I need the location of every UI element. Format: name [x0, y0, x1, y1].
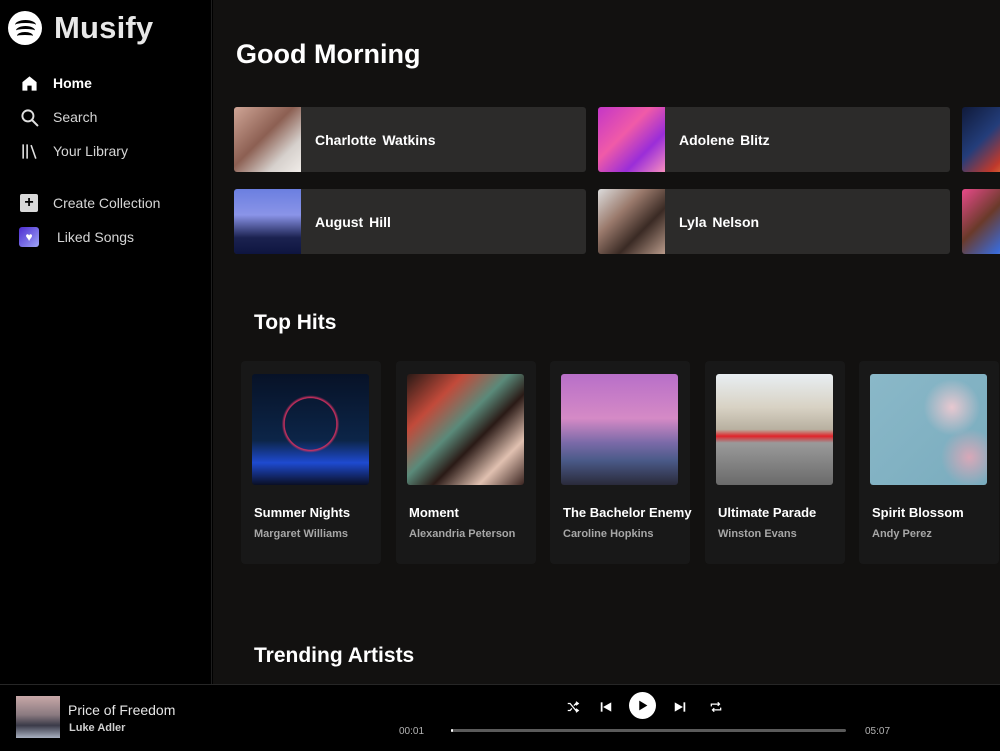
quick-pick-name: Charlotte Watkins: [315, 131, 436, 148]
artist-thumbnail: [598, 107, 665, 172]
album-artist: Winston Evans: [718, 528, 797, 540]
search-icon: [19, 107, 39, 127]
quick-pick-card[interactable]: [962, 189, 1000, 254]
liked-songs-label: Liked Songs: [57, 229, 135, 245]
album-title: Spirit Blossom: [872, 505, 964, 520]
album-art: [870, 374, 987, 485]
album-artist: Andy Perez: [872, 528, 932, 540]
quick-pick-name: Lyla Nelson: [679, 213, 760, 230]
play-button[interactable]: [629, 692, 656, 719]
create-collection-label: Create Collection: [53, 195, 161, 211]
play-icon: [639, 700, 648, 711]
repeat-icon[interactable]: [706, 697, 726, 717]
quick-pick-card[interactable]: Adolene Blitz: [598, 107, 950, 172]
album-title: Ultimate Parade: [718, 505, 817, 520]
main-content[interactable]: Good Morning Charlotte Watkins Adolene B…: [213, 0, 1000, 684]
now-playing-art: [16, 696, 60, 738]
library-icon: [19, 141, 39, 161]
page-title: Good Morning: [236, 39, 421, 69]
now-playing-artist[interactable]: Luke Adler: [69, 722, 125, 734]
next-icon[interactable]: [670, 697, 690, 717]
liked-songs-button[interactable]: ♥ Liked Songs: [19, 226, 209, 248]
brand-name: Musify: [54, 10, 154, 45]
album-artist: Caroline Hopkins: [563, 528, 654, 540]
quick-pick-card[interactable]: Charlotte Watkins: [234, 107, 586, 172]
plus-icon: +: [19, 193, 39, 213]
progress-fill: [451, 729, 454, 732]
album-card[interactable]: Moment Alexandria Peterson: [396, 361, 536, 564]
album-artist: Alexandria Peterson: [409, 528, 516, 540]
album-title: Moment: [409, 505, 459, 520]
artist-thumbnail: [598, 189, 665, 254]
artist-thumbnail: [234, 189, 301, 254]
sidebar-item-label: Home: [53, 75, 92, 91]
create-collection-button[interactable]: + Create Collection: [19, 192, 209, 214]
shuffle-icon[interactable]: [563, 697, 583, 717]
album-card[interactable]: The Bachelor Enemy Caroline Hopkins: [550, 361, 692, 564]
album-card[interactable]: Ultimate Parade Winston Evans: [705, 361, 845, 564]
duration-time: 05:07: [865, 726, 891, 737]
artist-thumbnail: [234, 107, 301, 172]
album-card[interactable]: Spirit Blossom Andy Perez: [859, 361, 999, 564]
sidebar-nav: Home Search Your Library + Create Collec…: [19, 72, 209, 260]
album-art: [252, 374, 369, 485]
brand[interactable]: Musify: [8, 10, 153, 46]
sidebar-item-label: Search: [53, 109, 98, 125]
artist-thumbnail: [962, 189, 1000, 254]
album-art: [716, 374, 833, 485]
now-playing-title[interactable]: Price of Freedom: [68, 702, 175, 718]
trending-artists-heading: Trending Artists: [254, 644, 415, 667]
sidebar-item-label: Your Library: [53, 143, 128, 159]
quick-pick-card[interactable]: August Hill: [234, 189, 586, 254]
sidebar-item-search[interactable]: Search: [19, 106, 209, 128]
heart-icon: ♥: [19, 227, 39, 247]
quick-pick-card[interactable]: Lyla Nelson: [598, 189, 950, 254]
artist-thumbnail: [962, 107, 1000, 172]
album-title: The Bachelor Enemy: [563, 505, 692, 520]
album-card[interactable]: Summer Nights Margaret Williams: [241, 361, 381, 564]
album-title: Summer Nights: [254, 505, 351, 520]
home-icon: [19, 73, 39, 93]
sidebar-item-library[interactable]: Your Library: [19, 140, 209, 162]
album-artist: Margaret Williams: [254, 528, 349, 540]
spotify-logo-icon: [8, 11, 42, 45]
progress-bar[interactable]: [451, 729, 846, 732]
elapsed-time: 00:01: [399, 726, 425, 737]
album-art: [561, 374, 678, 485]
sidebar-item-home[interactable]: Home: [19, 72, 209, 94]
sidebar: Musify Home Search Your Library + Create…: [0, 0, 212, 684]
quick-pick-card[interactable]: [962, 107, 1000, 172]
quick-pick-name: Adolene Blitz: [679, 131, 770, 148]
player-bar: Price of Freedom Luke Adler 00:01 05:07: [0, 684, 1000, 751]
previous-icon[interactable]: [596, 697, 616, 717]
quick-pick-name: August Hill: [315, 213, 391, 230]
album-art: [407, 374, 524, 485]
top-hits-heading: Top Hits: [254, 311, 337, 334]
